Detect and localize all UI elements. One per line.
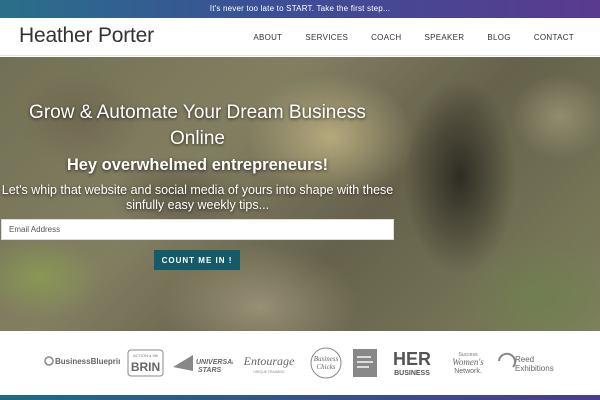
email-input[interactable] [1,219,394,240]
nav-contact[interactable]: CONTACT [534,33,574,42]
svg-text:ACTION a 5th: ACTION a 5th [133,353,158,358]
her-business-logo: HER BUSINESS [387,347,437,379]
svg-text:HER: HER [393,349,431,369]
main-nav: ABOUT SERVICES COACH SPEAKER BLOG CONTAC… [230,18,574,56]
svg-text:UNIVERSAL: UNIVERSAL [196,359,233,366]
site-logo[interactable]: Heather Porter [19,24,154,48]
nav-coach[interactable]: COACH [371,33,401,42]
announcement-bar: It's never too late to START. Take the f… [0,0,600,18]
nav-blog[interactable]: BLOG [487,33,510,42]
site-header: Heather Porter ABOUT SERVICES COACH SPEA… [0,18,600,56]
hero-subheadline: Hey overwhelmed entrepreneurs! [66,156,329,174]
book-logo [352,347,378,379]
svg-text:BUSINESS: BUSINESS [394,370,430,377]
brin-logo: ACTION a 5th BRIN [127,347,164,379]
nav-services[interactable]: SERVICES [305,33,348,42]
nav-speaker[interactable]: SPEAKER [424,33,464,42]
svg-text:Entourage: Entourage [243,354,295,368]
svg-text:Network.: Network. [454,368,482,375]
svg-text:Women's: Women's [452,357,484,367]
svg-text:Chicks: Chicks [316,363,335,371]
universal-stars-logo: UNIVERSAL STARS [171,347,236,379]
hero-tagline: Let's whip that website and social media… [1,183,394,212]
nav-about[interactable]: ABOUT [253,33,282,42]
hero-headline: Grow & Automate Your Dream Business Onli… [29,102,366,149]
reed-exhibitions-logo: Reed Exhibitions [497,347,555,379]
announcement-text: It's never too late to START. Take the f… [209,4,391,13]
svg-text:Reed: Reed [515,355,534,364]
logo-text: BusinessBlueprint [55,357,120,366]
entourage-logo: Entourage UNIQUE TRAINING [238,347,300,379]
business-chicks-logo: Business Chicks [308,347,344,379]
business-blueprint-logo: BusinessBlueprint [44,347,126,379]
svg-text:UNIQUE TRAINING: UNIQUE TRAINING [253,370,285,374]
svg-text:STARS: STARS [198,367,222,374]
footer-accent-bar [0,395,600,400]
svg-text:Business: Business [314,355,339,363]
svg-text:Exhibitions: Exhibitions [515,364,554,373]
success-womens-network-logo: Success Women's Network. [442,347,494,379]
svg-text:BRIN: BRIN [131,360,160,374]
count-me-in-button[interactable]: COUNT ME IN ! [154,250,240,270]
featured-logos-strip: BusinessBlueprint ACTION a 5th BRIN UNIV… [0,331,600,395]
